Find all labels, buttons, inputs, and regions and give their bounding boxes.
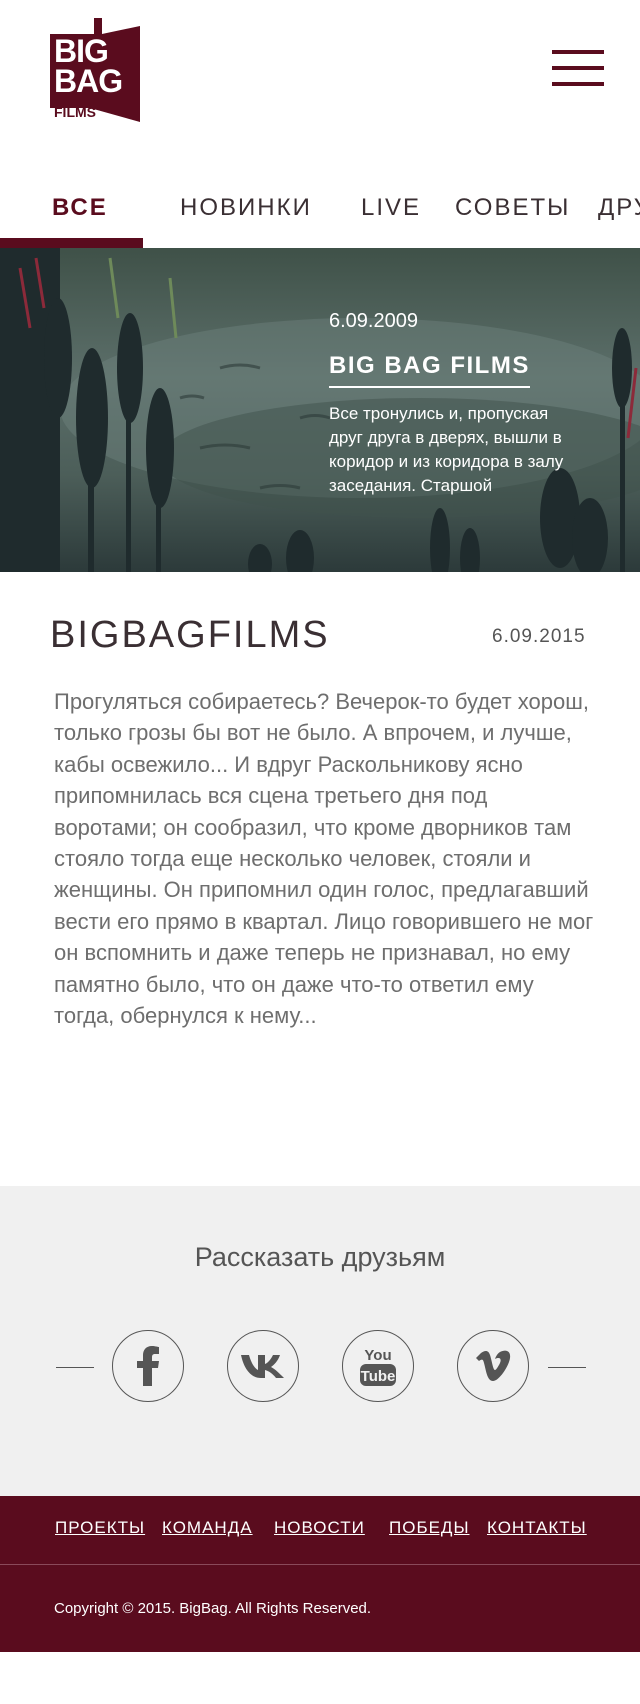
tab-other[interactable]: ДРУ — [598, 194, 640, 222]
facebook-button[interactable] — [112, 1330, 184, 1402]
tab-tips[interactable]: СОВЕТЫ — [455, 194, 570, 222]
footer-divider — [0, 1564, 640, 1565]
footer-link-contacts[interactable]: КОНТАКТЫ — [487, 1518, 587, 1538]
tab-live[interactable]: LIVE — [361, 194, 421, 222]
hamburger-icon-bar — [552, 50, 604, 54]
share-section: Рассказать друзьям You Tube — [0, 1186, 640, 1496]
footer-link-victories[interactable]: ПОБЕДЫ — [389, 1518, 470, 1538]
hamburger-icon-bar — [552, 82, 604, 86]
youtube-icon: You Tube — [360, 1347, 396, 1386]
article-date: 6.09.2015 — [492, 626, 586, 647]
vk-icon — [241, 1355, 284, 1378]
article-title: BIGBAGFILMS — [50, 614, 330, 656]
hero-title[interactable]: BIG BAG FILMS — [329, 352, 530, 388]
facebook-icon — [137, 1346, 159, 1386]
youtube-icon-line2: Tube — [361, 1368, 396, 1385]
copyright: Copyright © 2015. BigBag. All Rights Res… — [54, 1600, 372, 1617]
hero-text: Все тронулись и, пропуская друг друга в … — [329, 404, 564, 495]
header: BIG BAG FILMS — [0, 0, 640, 160]
hamburger-icon-bar — [552, 66, 604, 70]
divider-line — [548, 1367, 586, 1368]
tab-all[interactable]: ВСЕ — [52, 194, 108, 222]
active-tab-indicator — [0, 238, 143, 248]
tab-new[interactable]: НОВИНКИ — [180, 194, 312, 222]
footer: ПРОЕКТЫ КОМАНДА НОВОСТИ ПОБЕДЫ КОНТАКТЫ … — [0, 1496, 640, 1652]
category-tabs: ВСЕ НОВИНКИ LIVE СОВЕТЫ ДРУ — [0, 180, 640, 250]
article: BIGBAGFILMS 6.09.2015 Прогуляться собира… — [0, 572, 640, 1186]
vimeo-icon — [476, 1350, 511, 1381]
footer-link-news[interactable]: НОВОСТИ — [274, 1518, 365, 1538]
hero-date: 6.09.2009 — [329, 310, 418, 332]
vimeo-button[interactable] — [457, 1330, 529, 1402]
footer-link-team[interactable]: КОМАНДА — [162, 1518, 253, 1538]
logo[interactable]: BIG BAG FILMS — [50, 16, 146, 126]
divider-line — [56, 1367, 94, 1368]
youtube-icon-line1: You — [364, 1347, 391, 1364]
vk-button[interactable] — [227, 1330, 299, 1402]
footer-nav: ПРОЕКТЫ КОМАНДА НОВОСТИ ПОБЕДЫ КОНТАКТЫ — [0, 1496, 640, 1564]
menu-button[interactable] — [552, 46, 604, 90]
logo-line-bag: BAG — [54, 63, 123, 99]
logo-line-films: FILMS — [54, 104, 96, 120]
article-body: Прогуляться собираетесь? Вечерок-то буде… — [54, 689, 594, 1029]
youtube-button[interactable]: You Tube — [342, 1330, 414, 1402]
footer-link-projects[interactable]: ПРОЕКТЫ — [55, 1518, 145, 1538]
logo-text: BIG BAG — [54, 35, 123, 99]
hero-banner[interactable]: 6.09.2009 BIG BAG FILMS Все тронулись и,… — [0, 248, 640, 572]
share-title: Рассказать друзьям — [194, 1242, 446, 1272]
